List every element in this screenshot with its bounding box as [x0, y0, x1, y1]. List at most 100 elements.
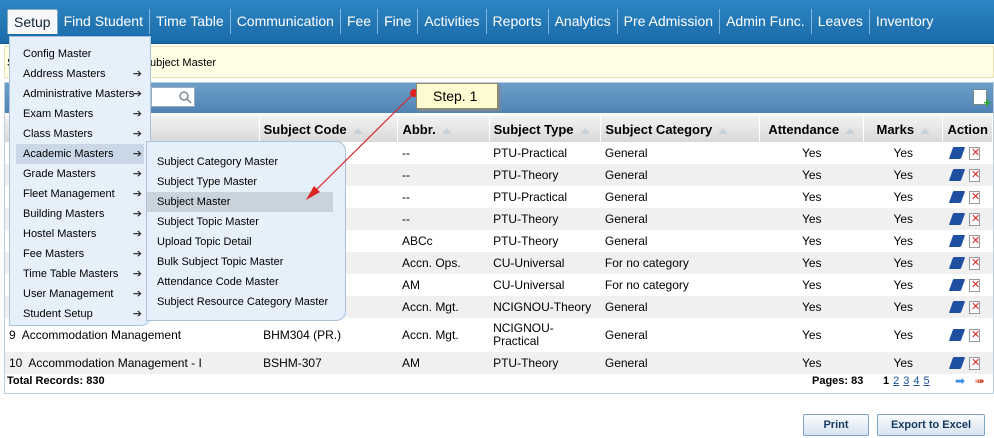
submenu-arrow-icon: ➔	[132, 228, 142, 240]
menu-item-label: Grade Masters	[23, 168, 96, 180]
menu-item-grade-masters[interactable]: Grade Masters ➔	[10, 164, 150, 184]
submenu-item-subject-resource-category-master[interactable]: Subject Resource Category Master	[147, 292, 345, 312]
delete-icon[interactable]	[968, 212, 980, 226]
menu-item-address-masters[interactable]: Address Masters ➔	[10, 64, 150, 84]
nav-communication[interactable]: Communication	[231, 9, 341, 34]
sort-icon[interactable]	[441, 127, 452, 134]
submenu-item-subject-topic-master[interactable]: Subject Topic Master	[147, 212, 345, 232]
nav-leaves[interactable]: Leaves	[812, 9, 870, 34]
nav-pre-admission[interactable]: Pre Admission	[618, 9, 721, 34]
delete-icon[interactable]	[968, 168, 980, 182]
cell-type: PTU-Theory	[489, 208, 601, 230]
pages-value: 83	[851, 375, 864, 387]
menu-item-config-master[interactable]: Config Master	[10, 44, 150, 64]
search-input[interactable]	[151, 87, 195, 107]
page-link-5[interactable]: 5	[924, 375, 930, 387]
sort-icon[interactable]	[352, 127, 363, 134]
cell-abbr: Accn. Mgt.	[397, 296, 490, 318]
nav-find-student[interactable]: Find Student	[58, 9, 150, 34]
delete-icon[interactable]	[968, 146, 980, 160]
submenu-item-subject-master[interactable]: Subject Master	[147, 192, 333, 212]
sort-icon[interactable]	[579, 127, 590, 134]
delete-icon[interactable]	[968, 278, 980, 292]
cell-abbr: ABCc	[401, 234, 433, 248]
search-icon[interactable]	[178, 90, 192, 104]
cell-cat: General	[604, 234, 648, 248]
menu-item-user-management[interactable]: User Management ➔	[10, 284, 150, 304]
page-count: Pages: 83	[812, 375, 863, 387]
submenu-item-subject-category-master[interactable]: Subject Category Master	[147, 152, 345, 172]
page-link-4[interactable]: 4	[913, 375, 919, 387]
menu-item-exam-masters[interactable]: Exam Masters ➔	[10, 104, 150, 124]
page-link-3[interactable]: 3	[903, 375, 909, 387]
edit-icon[interactable]	[948, 257, 966, 269]
edit-icon[interactable]	[948, 357, 966, 369]
last-page-icon[interactable]: ➠	[975, 374, 985, 388]
menu-item-fee-masters[interactable]: Fee Masters ➔	[10, 244, 150, 264]
action-cell	[942, 164, 993, 186]
delete-icon[interactable]	[968, 256, 980, 270]
nav-admin-func[interactable]: Admin Func.	[720, 9, 812, 34]
next-page-icon[interactable]: ➡	[955, 374, 965, 388]
menu-item-academic-masters[interactable]: Academic Masters ➔	[16, 144, 144, 164]
cell-att: Yes	[759, 164, 864, 186]
nav-fine[interactable]: Fine	[378, 9, 419, 34]
total-label: Total Records:	[7, 375, 84, 387]
column-header-attendance[interactable]: Attendance	[759, 116, 865, 142]
menu-item-hostel-masters[interactable]: Hostel Masters ➔	[10, 224, 150, 244]
add-export-icon[interactable]	[973, 89, 991, 110]
page-link-2[interactable]: 2	[893, 375, 899, 387]
edit-icon[interactable]	[948, 279, 966, 291]
edit-icon[interactable]	[948, 191, 966, 203]
sort-icon[interactable]	[845, 127, 856, 134]
submenu-item-subject-type-master[interactable]: Subject Type Master	[147, 172, 345, 192]
nav-time-table[interactable]: Time Table	[150, 9, 231, 34]
delete-icon[interactable]	[968, 328, 980, 342]
submenu-item-attendance-code-master[interactable]: Attendance Code Master	[147, 272, 345, 292]
sort-icon[interactable]	[718, 127, 729, 134]
column-header-abbr[interactable]: Abbr.	[397, 116, 490, 142]
delete-icon[interactable]	[968, 356, 980, 370]
delete-icon[interactable]	[968, 300, 980, 314]
column-header-subject-code[interactable]: Subject Code	[259, 116, 399, 142]
delete-icon[interactable]	[968, 190, 980, 204]
row-actions	[947, 212, 989, 226]
sort-icon[interactable]	[920, 127, 931, 134]
export-excel-button[interactable]: Export to Excel	[877, 414, 985, 436]
nav-inventory[interactable]: Inventory	[870, 9, 940, 34]
menu-item-student-setup[interactable]: Student Setup ➔	[10, 304, 150, 324]
nav-analytics[interactable]: Analytics	[549, 9, 618, 34]
cell-marks: Yes	[863, 164, 943, 186]
subject-name: Accommodation Management	[21, 328, 182, 342]
menu-item-fleet-management[interactable]: Fleet Management ➔	[10, 184, 150, 204]
nav-activities[interactable]: Activities	[418, 9, 487, 34]
action-cell	[943, 186, 993, 208]
column-header-action[interactable]: Action	[942, 116, 993, 142]
column-header-subject-type[interactable]: Subject Type	[489, 116, 602, 142]
menu-item-class-masters[interactable]: Class Masters ➔	[10, 124, 150, 144]
page-link-1[interactable]: 1	[883, 375, 889, 387]
cell-abbr: AM	[397, 352, 490, 374]
print-button[interactable]: Print	[803, 414, 869, 436]
edit-icon[interactable]	[948, 301, 966, 313]
action-cell	[942, 208, 993, 230]
edit-icon[interactable]	[948, 169, 966, 181]
edit-icon[interactable]	[948, 147, 966, 159]
cell-att: Yes	[801, 190, 822, 204]
menu-item-time-table-masters[interactable]: Time Table Masters ➔	[10, 264, 150, 284]
menu-item-building-masters[interactable]: Building Masters ➔	[10, 204, 150, 224]
submenu-item-bulk-subject-topic-master[interactable]: Bulk Subject Topic Master	[147, 252, 345, 272]
edit-icon[interactable]	[948, 213, 966, 225]
edit-icon[interactable]	[948, 235, 966, 247]
edit-icon[interactable]	[948, 329, 966, 341]
submenu-item-upload-topic-detail[interactable]: Upload Topic Detail	[147, 232, 345, 252]
nav-reports[interactable]: Reports	[487, 9, 549, 34]
cell-code: BSHM-307	[259, 352, 398, 374]
nav-fee[interactable]: Fee	[341, 9, 379, 34]
nav-setup[interactable]: Setup	[7, 9, 58, 34]
action-cell	[942, 252, 993, 274]
column-header-marks[interactable]: Marks	[863, 116, 944, 142]
delete-icon[interactable]	[968, 234, 980, 248]
menu-item-administrative-masters[interactable]: Administrative Masters ➔	[10, 84, 150, 104]
column-header-subject-category[interactable]: Subject Category	[600, 116, 761, 142]
